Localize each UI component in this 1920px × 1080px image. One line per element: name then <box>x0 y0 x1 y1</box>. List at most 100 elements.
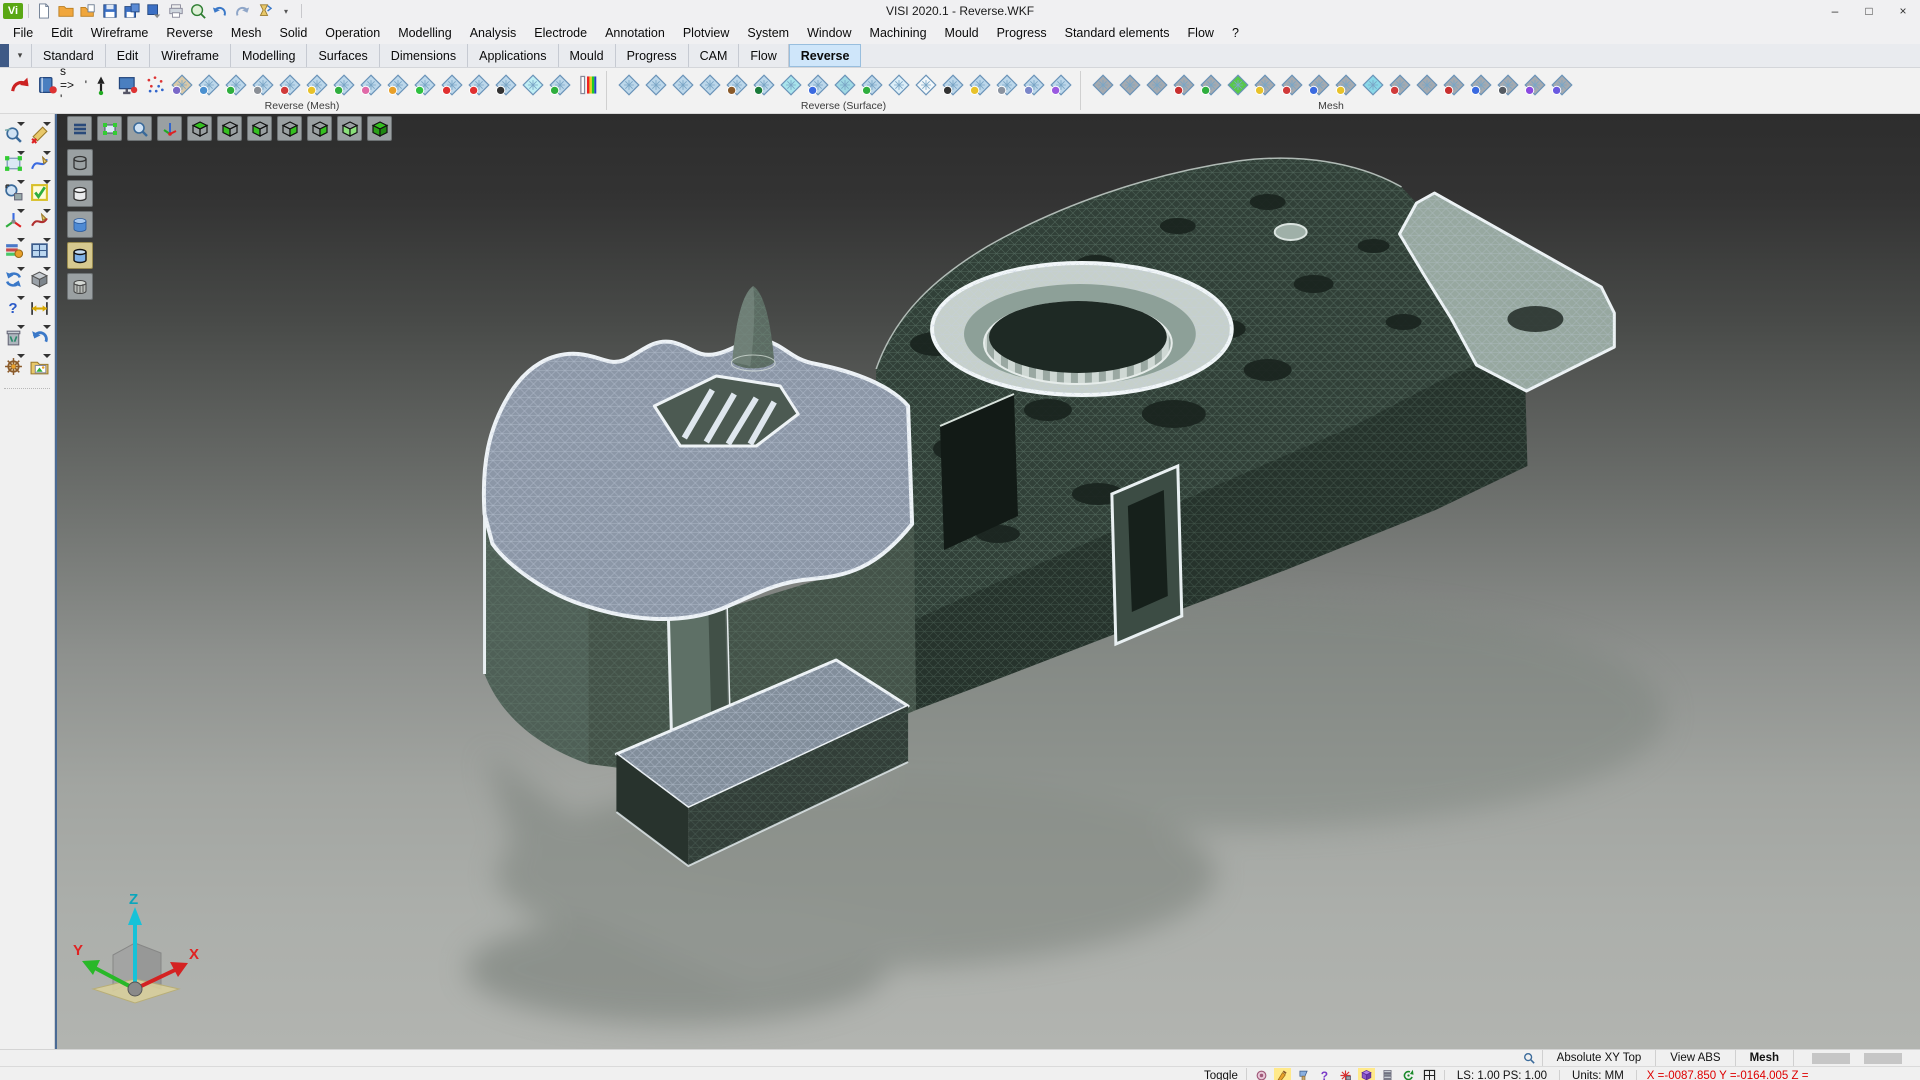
layer-stack-icon[interactable] <box>1379 1068 1396 1080</box>
menu-?[interactable]: ? <box>1223 24 1248 42</box>
mesh-cone-icon[interactable] <box>1305 72 1332 99</box>
view-shaded-icon[interactable] <box>367 116 392 141</box>
pin-point-icon[interactable] <box>87 72 114 99</box>
ucs-axes-icon[interactable] <box>1 209 25 233</box>
render-shaded-edges-icon[interactable] <box>67 242 93 269</box>
mesh-arrow-icon[interactable] <box>1440 72 1467 99</box>
context-help-icon[interactable]: ? <box>1316 1068 1333 1080</box>
mesh-parameters-icon[interactable] <box>357 72 384 99</box>
image-capture-icon[interactable] <box>27 354 51 378</box>
mesh-violet-icon[interactable] <box>1548 72 1575 99</box>
menu-analysis[interactable]: Analysis <box>461 24 526 42</box>
point-cloud-icon[interactable] <box>141 72 168 99</box>
mesh-delete-icon[interactable] <box>438 72 465 99</box>
maximize-button[interactable]: □ <box>1852 0 1886 22</box>
shaded-cube-icon[interactable] <box>27 267 51 291</box>
surface-sculpt-icon[interactable] <box>723 72 750 99</box>
open-file-icon[interactable] <box>56 2 76 20</box>
undo-icon[interactable] <box>210 2 230 20</box>
save-icon[interactable] <box>100 2 120 20</box>
help-question-icon[interactable]: ? <box>1 296 25 320</box>
surface-cyan-icon[interactable] <box>777 72 804 99</box>
mesh-flag-icon[interactable] <box>1251 72 1278 99</box>
snap-settings-icon[interactable] <box>1253 1068 1270 1080</box>
tab-progress[interactable]: Progress <box>616 44 689 67</box>
menu-operation[interactable]: Operation <box>316 24 389 42</box>
mesh-shade-icon[interactable] <box>1089 72 1116 99</box>
view-left-icon[interactable] <box>247 116 272 141</box>
ucs-display-icon[interactable] <box>1358 1068 1375 1080</box>
menu-machining[interactable]: Machining <box>861 24 936 42</box>
print-preview-icon[interactable] <box>188 2 208 20</box>
menu-electrode[interactable]: Electrode <box>525 24 596 42</box>
menu-window[interactable]: Window <box>798 24 860 42</box>
status-selection-filter[interactable]: Mesh <box>1735 1050 1793 1066</box>
mesh-section-icon[interactable] <box>492 72 519 99</box>
viewport-3d[interactable]: Z Y X <box>55 114 1920 1049</box>
delete-trash-icon[interactable] <box>1 325 25 349</box>
menu-mould[interactable]: Mould <box>936 24 988 42</box>
menu-mesh[interactable]: Mesh <box>222 24 271 42</box>
tab-dimensions[interactable]: Dimensions <box>380 44 468 67</box>
mesh-reduce-icon[interactable] <box>546 72 573 99</box>
surface-network-icon[interactable] <box>696 72 723 99</box>
menu-plotview[interactable]: Plotview <box>674 24 739 42</box>
view-right-icon[interactable] <box>307 116 332 141</box>
view-front-icon[interactable] <box>217 116 242 141</box>
status-units[interactable]: Units: MM <box>1559 1070 1636 1080</box>
surface-deviation-icon[interactable] <box>1047 72 1074 99</box>
mesh-cut-icon[interactable] <box>1197 72 1224 99</box>
menu-wireframe[interactable]: Wireframe <box>82 24 158 42</box>
tab-modelling[interactable]: Modelling <box>231 44 308 67</box>
viewport-grid-icon[interactable] <box>1421 1068 1438 1080</box>
status-scale[interactable]: LS: 1.00 PS: 1.00 <box>1444 1070 1559 1080</box>
attributes-palette-icon[interactable] <box>1 238 25 262</box>
menu-progress[interactable]: Progress <box>988 24 1056 42</box>
menu-standard-elements[interactable]: Standard elements <box>1056 24 1179 42</box>
confirm-check-icon[interactable] <box>27 180 51 204</box>
spline-sketch-icon[interactable] <box>27 151 51 175</box>
history-icon[interactable] <box>254 2 274 20</box>
highlight-brush-icon[interactable] <box>1274 1068 1291 1080</box>
render-hidden-line-icon[interactable] <box>67 180 93 207</box>
render-wireframe-icon[interactable] <box>67 149 93 176</box>
menu-edit[interactable]: Edit <box>42 24 82 42</box>
mesh-validate-icon[interactable] <box>222 72 249 99</box>
mesh-repair-icon[interactable] <box>249 72 276 99</box>
mesh-print-icon[interactable] <box>1494 72 1521 99</box>
mesh-add-icon[interactable] <box>411 72 438 99</box>
tab-surfaces[interactable]: Surfaces <box>307 44 379 67</box>
edit-curve-icon[interactable] <box>27 209 51 233</box>
surface-fold-icon[interactable] <box>966 72 993 99</box>
undo-view-icon[interactable] <box>27 325 51 349</box>
ucs-triad-icon[interactable] <box>157 116 182 141</box>
mesh-edit-icon[interactable] <box>384 72 411 99</box>
surface-fit-icon[interactable] <box>804 72 831 99</box>
view-back-icon[interactable] <box>277 116 302 141</box>
tab-edit[interactable]: Edit <box>106 44 151 67</box>
status-coordinate-system[interactable]: Absolute XY Top <box>1542 1050 1656 1066</box>
tab-mould[interactable]: Mould <box>559 44 616 67</box>
status-search-icon[interactable] <box>1516 1052 1542 1064</box>
menu-reverse[interactable]: Reverse <box>157 24 222 42</box>
freeze-display-icon[interactable] <box>1337 1068 1354 1080</box>
surface-auto-icon[interactable] <box>615 72 642 99</box>
viewport-layout-icon[interactable] <box>27 238 51 262</box>
reverse-undo-icon[interactable] <box>6 72 33 99</box>
render-shaded-icon[interactable] <box>67 211 93 238</box>
surface-sphere-icon[interactable] <box>750 72 777 99</box>
zoom-dynamic-icon[interactable] <box>1 122 25 146</box>
selection-frame-icon[interactable] <box>1 151 25 175</box>
surface-clamp-icon[interactable] <box>993 72 1020 99</box>
surface-single-icon[interactable] <box>642 72 669 99</box>
surface-light-icon[interactable] <box>885 72 912 99</box>
toggle-button[interactable]: Toggle <box>1196 1070 1246 1080</box>
screen-align-icon[interactable] <box>114 72 141 99</box>
minimize-button[interactable]: – <box>1818 0 1852 22</box>
measure-distance-icon[interactable] <box>27 296 51 320</box>
mesh-wire-icon[interactable] <box>1116 72 1143 99</box>
menu-modelling[interactable]: Modelling <box>389 24 461 42</box>
surface-points-icon[interactable] <box>939 72 966 99</box>
workplane-icon[interactable] <box>1295 1068 1312 1080</box>
mesh-cyan-icon[interactable] <box>1359 72 1386 99</box>
